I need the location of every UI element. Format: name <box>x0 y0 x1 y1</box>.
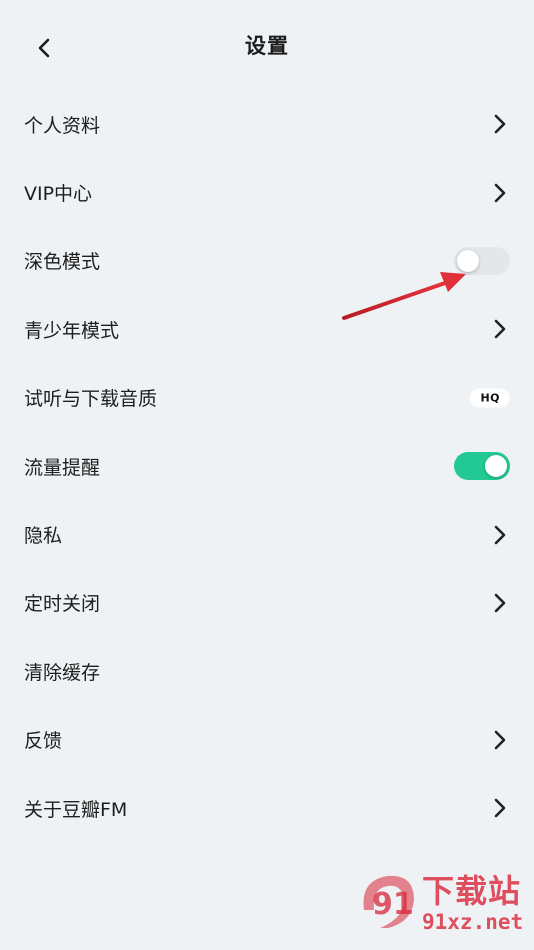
settings-item-clear-cache[interactable]: 清除缓存 <box>0 637 534 705</box>
chevron-right-icon <box>494 114 506 134</box>
chevron-right-icon <box>494 593 506 613</box>
settings-item-label: 定时关闭 <box>24 593 101 616</box>
settings-item-label: 个人资料 <box>24 114 101 137</box>
dark-mode-toggle[interactable] <box>454 246 510 275</box>
settings-item-label: 试听与下载音质 <box>24 388 158 411</box>
settings-item-audio-quality[interactable]: 试听与下载音质 HQ <box>0 364 534 432</box>
settings-item-data-alert: 流量提醒 <box>0 432 534 500</box>
watermark-text: 下载站 <box>422 872 522 910</box>
settings-item-label: VIP中心 <box>24 183 93 206</box>
settings-item-label: 深色模式 <box>24 251 101 274</box>
watermark: 91 下载站 91xz.net <box>358 864 528 944</box>
settings-item-feedback[interactable]: 反馈 <box>0 706 534 774</box>
chevron-right-icon <box>494 320 506 339</box>
settings-item-privacy[interactable]: 隐私 <box>0 500 534 568</box>
watermark-url: 91xz.net <box>422 910 524 934</box>
settings-item-label: 反馈 <box>24 730 63 753</box>
settings-item-about[interactable]: 关于豆瓣FM <box>0 774 534 842</box>
settings-item-teen-mode[interactable]: 青少年模式 <box>0 295 534 363</box>
settings-item-vip[interactable]: VIP中心 <box>0 158 534 226</box>
settings-item-sleep-timer[interactable]: 定时关闭 <box>0 569 534 637</box>
settings-item-label: 清除缓存 <box>24 661 101 684</box>
chevron-right-icon <box>494 183 506 202</box>
settings-item-label: 关于豆瓣FM <box>24 798 128 821</box>
quality-badge: HQ <box>470 388 510 408</box>
chevron-right-icon <box>494 525 506 544</box>
toggle-knob <box>457 249 479 272</box>
page-title: 设置 <box>245 34 289 58</box>
settings-item-profile[interactable]: 个人资料 <box>0 90 534 158</box>
settings-item-label: 流量提醒 <box>24 456 101 479</box>
settings-item-dark-mode: 深色模式 <box>0 227 534 295</box>
settings-item-label: 青少年模式 <box>24 319 120 342</box>
chevron-right-icon <box>494 798 506 818</box>
settings-list: 个人资料 VIP中心 深色模式 青少年模式 试听与下载音质 HQ 流量提醒 隐私… <box>0 90 534 842</box>
svg-text:91: 91 <box>372 887 414 922</box>
settings-item-label: 隐私 <box>24 525 63 548</box>
data-alert-toggle[interactable] <box>454 452 510 481</box>
watermark-logo-icon: 91 <box>363 875 414 928</box>
chevron-right-icon <box>494 730 506 750</box>
toggle-knob <box>485 455 507 478</box>
header: 设置 <box>0 0 534 96</box>
